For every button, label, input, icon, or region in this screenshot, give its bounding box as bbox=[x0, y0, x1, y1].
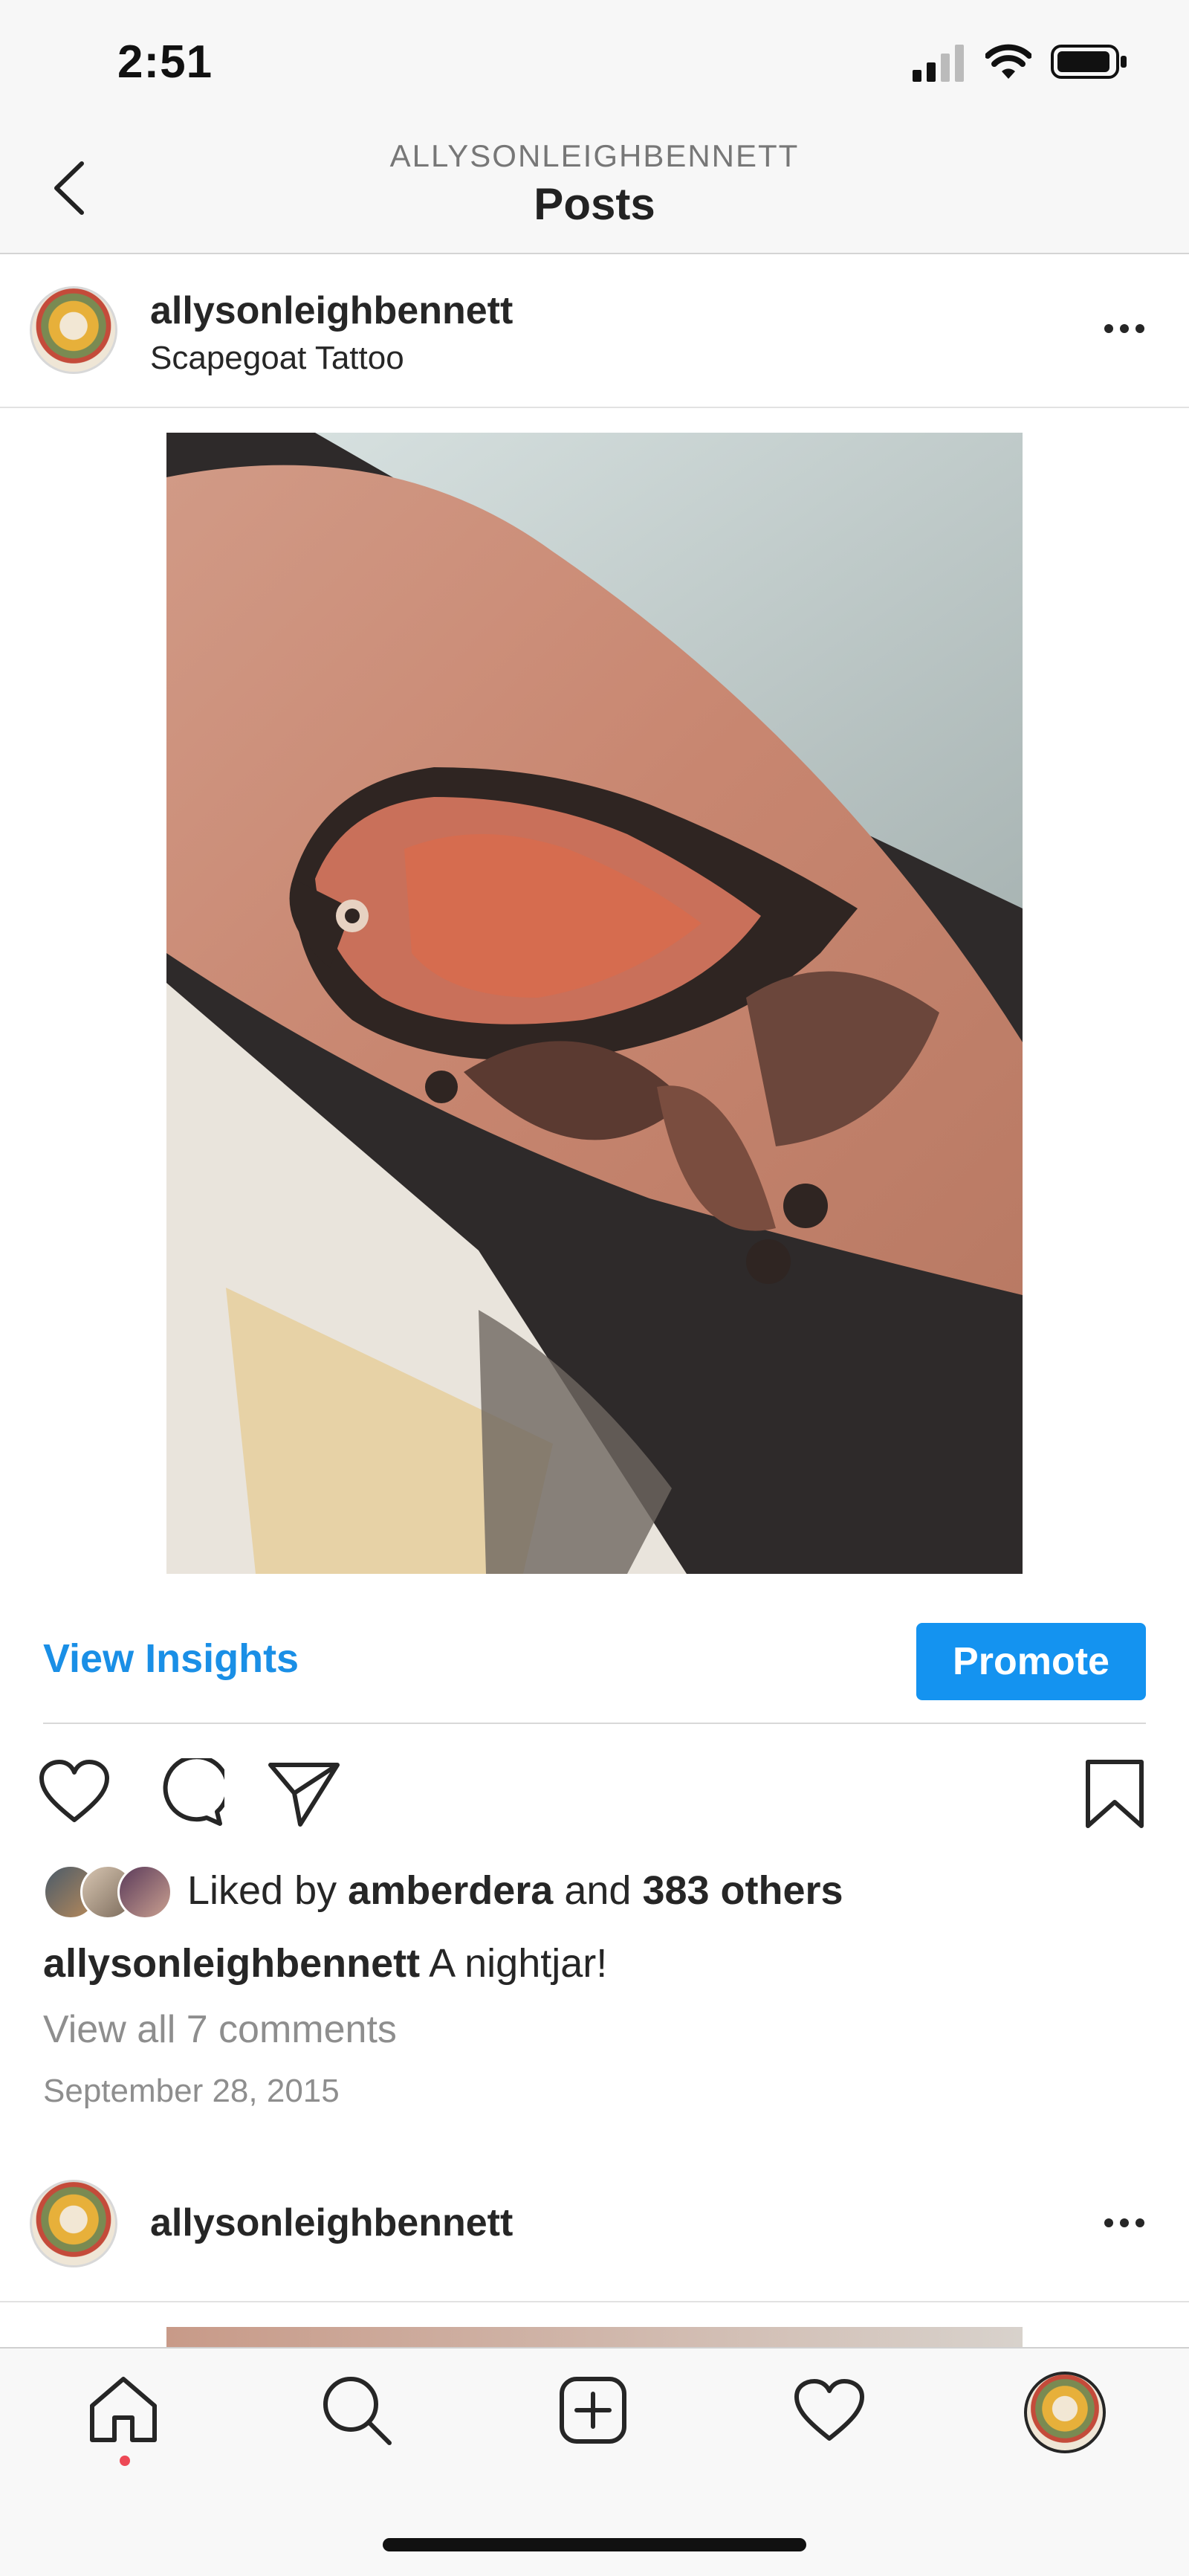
post-avatar[interactable] bbox=[30, 2180, 117, 2267]
plus-square-icon[interactable] bbox=[559, 2376, 627, 2444]
post-username[interactable]: allysonleighbennett bbox=[150, 288, 513, 333]
next-post-image[interactable] bbox=[166, 2327, 1023, 2348]
post-username[interactable]: allysonleighbennett bbox=[150, 2201, 513, 2245]
view-insights-link[interactable]: View Insights bbox=[43, 1636, 299, 1682]
wifi-icon bbox=[985, 44, 1031, 79]
likes-summary[interactable]: Liked by amberdera and 383 others bbox=[187, 1868, 843, 1914]
cellular-signal-icon bbox=[913, 45, 964, 82]
search-icon[interactable] bbox=[321, 2375, 392, 2446]
battery-icon bbox=[1051, 45, 1127, 79]
page-title: Posts bbox=[534, 179, 655, 229]
bookmark-icon[interactable] bbox=[1083, 1759, 1146, 1829]
likes-others[interactable]: 383 others bbox=[642, 1868, 843, 1913]
post-caption: allysonleighbennett A nightjar! bbox=[43, 1940, 607, 1986]
divider bbox=[0, 2301, 1189, 2302]
profile-tab-avatar[interactable] bbox=[1024, 2372, 1106, 2453]
post-avatar[interactable] bbox=[30, 286, 117, 374]
view-comments-link[interactable]: View all 7 comments bbox=[43, 2007, 397, 2052]
comment-icon[interactable] bbox=[156, 1758, 224, 1827]
heart-icon[interactable] bbox=[39, 1759, 110, 1824]
header-username: ALLYSONLEIGHBENNETT bbox=[389, 138, 800, 173]
caption-username[interactable]: allysonleighbennett bbox=[43, 1941, 420, 1986]
home-indicator[interactable] bbox=[383, 2538, 806, 2551]
likes-conj: and bbox=[564, 1868, 632, 1913]
post-options-button[interactable] bbox=[1104, 2218, 1156, 2240]
post-options-button[interactable] bbox=[1104, 323, 1156, 346]
likes-prefix: Liked by bbox=[187, 1868, 337, 1913]
notification-dot bbox=[120, 2456, 130, 2466]
post-location[interactable]: Scapegoat Tattoo bbox=[150, 340, 404, 377]
home-icon[interactable] bbox=[88, 2376, 159, 2443]
paper-plane-icon[interactable] bbox=[268, 1760, 340, 1827]
status-time: 2:51 bbox=[117, 36, 213, 88]
insights-divider bbox=[43, 1723, 1146, 1724]
post-date: September 28, 2015 bbox=[43, 2073, 340, 2109]
caption-text: A nightjar! bbox=[429, 1941, 608, 1986]
post-image[interactable] bbox=[166, 433, 1023, 1574]
liked-by-avatars[interactable] bbox=[43, 1865, 177, 1920]
liked-by-user[interactable]: amberdera bbox=[348, 1868, 553, 1913]
promote-button[interactable]: Promote bbox=[916, 1623, 1146, 1700]
avatar bbox=[117, 1865, 172, 1920]
divider bbox=[0, 407, 1189, 408]
activity-heart-icon[interactable] bbox=[794, 2379, 865, 2443]
